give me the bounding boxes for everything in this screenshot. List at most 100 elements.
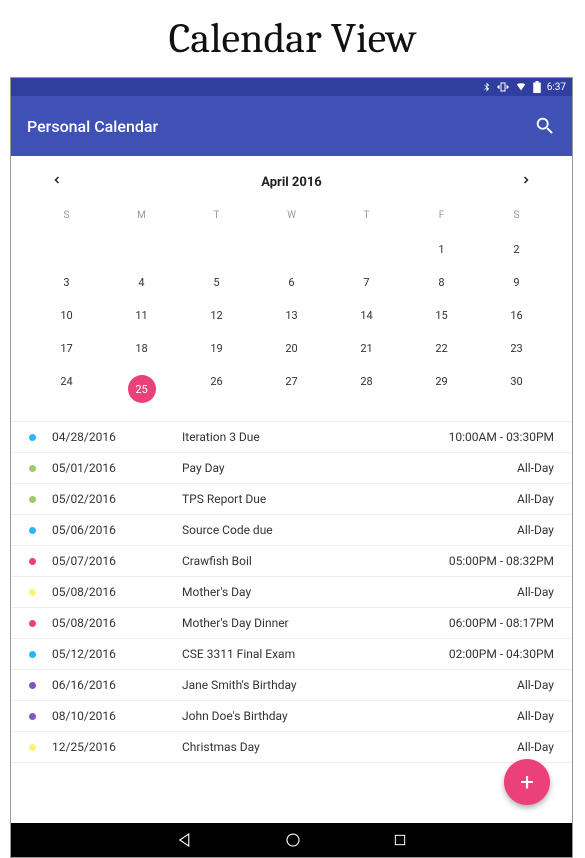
event-color-dot	[29, 434, 36, 441]
wifi-icon	[515, 82, 527, 92]
calendar-day[interactable]: 22	[404, 332, 479, 365]
event-date: 12/25/2016	[52, 740, 182, 754]
bluetooth-icon	[482, 81, 491, 93]
calendar-day[interactable]: 4	[104, 266, 179, 299]
day-header: M	[104, 202, 179, 233]
event-row[interactable]: 04/28/2016Iteration 3 Due10:00AM - 03:30…	[11, 422, 572, 453]
calendar-day[interactable]: 3	[29, 266, 104, 299]
calendar-day[interactable]: 26	[179, 365, 254, 413]
event-time: 02:00PM - 04:30PM	[449, 647, 554, 661]
calendar-day[interactable]: 29	[404, 365, 479, 413]
event-row[interactable]: 05/06/2016Source Code dueAll-Day	[11, 515, 572, 546]
calendar-day[interactable]: 27	[254, 365, 329, 413]
calendar-day[interactable]: 11	[104, 299, 179, 332]
event-row[interactable]: 08/10/2016John Doe's BirthdayAll-Day	[11, 701, 572, 732]
calendar-blank	[329, 233, 404, 266]
calendar-day[interactable]: 28	[329, 365, 404, 413]
next-month-button[interactable]	[520, 174, 532, 190]
calendar-day[interactable]: 17	[29, 332, 104, 365]
event-row[interactable]: 05/02/2016TPS Report DueAll-Day	[11, 484, 572, 515]
add-event-button[interactable]: +	[504, 759, 550, 805]
event-title: Mother's Day Dinner	[182, 616, 449, 630]
triangle-back-icon	[176, 831, 194, 849]
event-title: Iteration 3 Due	[182, 430, 449, 444]
event-color-dot	[29, 527, 36, 534]
event-date: 05/01/2016	[52, 461, 182, 475]
search-button[interactable]	[534, 115, 556, 137]
event-date: 05/06/2016	[52, 523, 182, 537]
recents-button[interactable]	[392, 832, 408, 848]
event-row[interactable]: 05/01/2016Pay DayAll-Day	[11, 453, 572, 484]
device-frame: 6:37 Personal Calendar April 2016 SMTWTF…	[10, 77, 573, 858]
square-recents-icon	[392, 832, 408, 848]
calendar-day[interactable]: 30	[479, 365, 554, 413]
event-color-dot	[29, 620, 36, 627]
day-header: S	[479, 202, 554, 233]
calendar-day[interactable]: 12	[179, 299, 254, 332]
event-color-dot	[29, 744, 36, 751]
calendar-day[interactable]: 19	[179, 332, 254, 365]
event-title: Jane Smith's Birthday	[182, 678, 517, 692]
event-time: All-Day	[517, 740, 554, 754]
calendar-day[interactable]: 8	[404, 266, 479, 299]
calendar-day[interactable]: 10	[29, 299, 104, 332]
calendar-day[interactable]: 20	[254, 332, 329, 365]
event-time: All-Day	[517, 523, 554, 537]
event-date: 08/10/2016	[52, 709, 182, 723]
event-date: 04/28/2016	[52, 430, 182, 444]
calendar-day[interactable]: 1	[404, 233, 479, 266]
event-time: All-Day	[517, 492, 554, 506]
event-time: All-Day	[517, 709, 554, 723]
calendar-day[interactable]: 23	[479, 332, 554, 365]
event-row[interactable]: 05/08/2016Mother's Day Dinner06:00PM - 0…	[11, 608, 572, 639]
event-color-dot	[29, 558, 36, 565]
calendar-blank	[179, 233, 254, 266]
event-time: 05:00PM - 08:32PM	[449, 554, 554, 568]
calendar-day[interactable]: 9	[479, 266, 554, 299]
event-time: All-Day	[517, 461, 554, 475]
calendar-day[interactable]: 18	[104, 332, 179, 365]
calendar-day[interactable]: 14	[329, 299, 404, 332]
event-title: Pay Day	[182, 461, 517, 475]
event-color-dot	[29, 465, 36, 472]
event-row[interactable]: 05/12/2016CSE 3311 Final Exam02:00PM - 0…	[11, 639, 572, 670]
calendar-blank	[104, 233, 179, 266]
event-row[interactable]: 12/25/2016Christmas DayAll-Day	[11, 732, 572, 763]
plus-icon: +	[520, 768, 534, 796]
fab-container: +	[11, 763, 572, 823]
app-title: Personal Calendar	[27, 117, 158, 136]
event-title: John Doe's Birthday	[182, 709, 517, 723]
event-row[interactable]: 05/08/2016Mother's DayAll-Day	[11, 577, 572, 608]
event-date: 05/07/2016	[52, 554, 182, 568]
event-title: Christmas Day	[182, 740, 517, 754]
page-heading: Calendar View	[0, 0, 585, 77]
calendar-day[interactable]: 2	[479, 233, 554, 266]
event-color-dot	[29, 682, 36, 689]
calendar-day[interactable]: 16	[479, 299, 554, 332]
calendar-day[interactable]: 5	[179, 266, 254, 299]
event-list: 04/28/2016Iteration 3 Due10:00AM - 03:30…	[11, 421, 572, 763]
day-header: W	[254, 202, 329, 233]
calendar-day[interactable]: 24	[29, 365, 104, 413]
event-row[interactable]: 06/16/2016Jane Smith's BirthdayAll-Day	[11, 670, 572, 701]
calendar-day[interactable]: 13	[254, 299, 329, 332]
calendar-day[interactable]: 7	[329, 266, 404, 299]
event-date: 05/08/2016	[52, 616, 182, 630]
status-bar: 6:37	[11, 78, 572, 96]
calendar-day[interactable]: 25	[104, 365, 179, 413]
battery-icon	[533, 81, 541, 93]
app-bar: Personal Calendar	[11, 96, 572, 156]
event-row[interactable]: 05/07/2016Crawfish Boil05:00PM - 08:32PM	[11, 546, 572, 577]
prev-month-button[interactable]	[51, 174, 63, 190]
calendar-day[interactable]: 15	[404, 299, 479, 332]
calendar-day[interactable]: 21	[329, 332, 404, 365]
event-title: CSE 3311 Final Exam	[182, 647, 449, 661]
vibrate-icon	[497, 81, 509, 93]
chevron-right-icon	[520, 174, 532, 186]
calendar-blank	[29, 233, 104, 266]
back-button[interactable]	[176, 831, 194, 849]
event-title: Source Code due	[182, 523, 517, 537]
day-header: T	[329, 202, 404, 233]
calendar-day[interactable]: 6	[254, 266, 329, 299]
home-button[interactable]	[284, 831, 302, 849]
